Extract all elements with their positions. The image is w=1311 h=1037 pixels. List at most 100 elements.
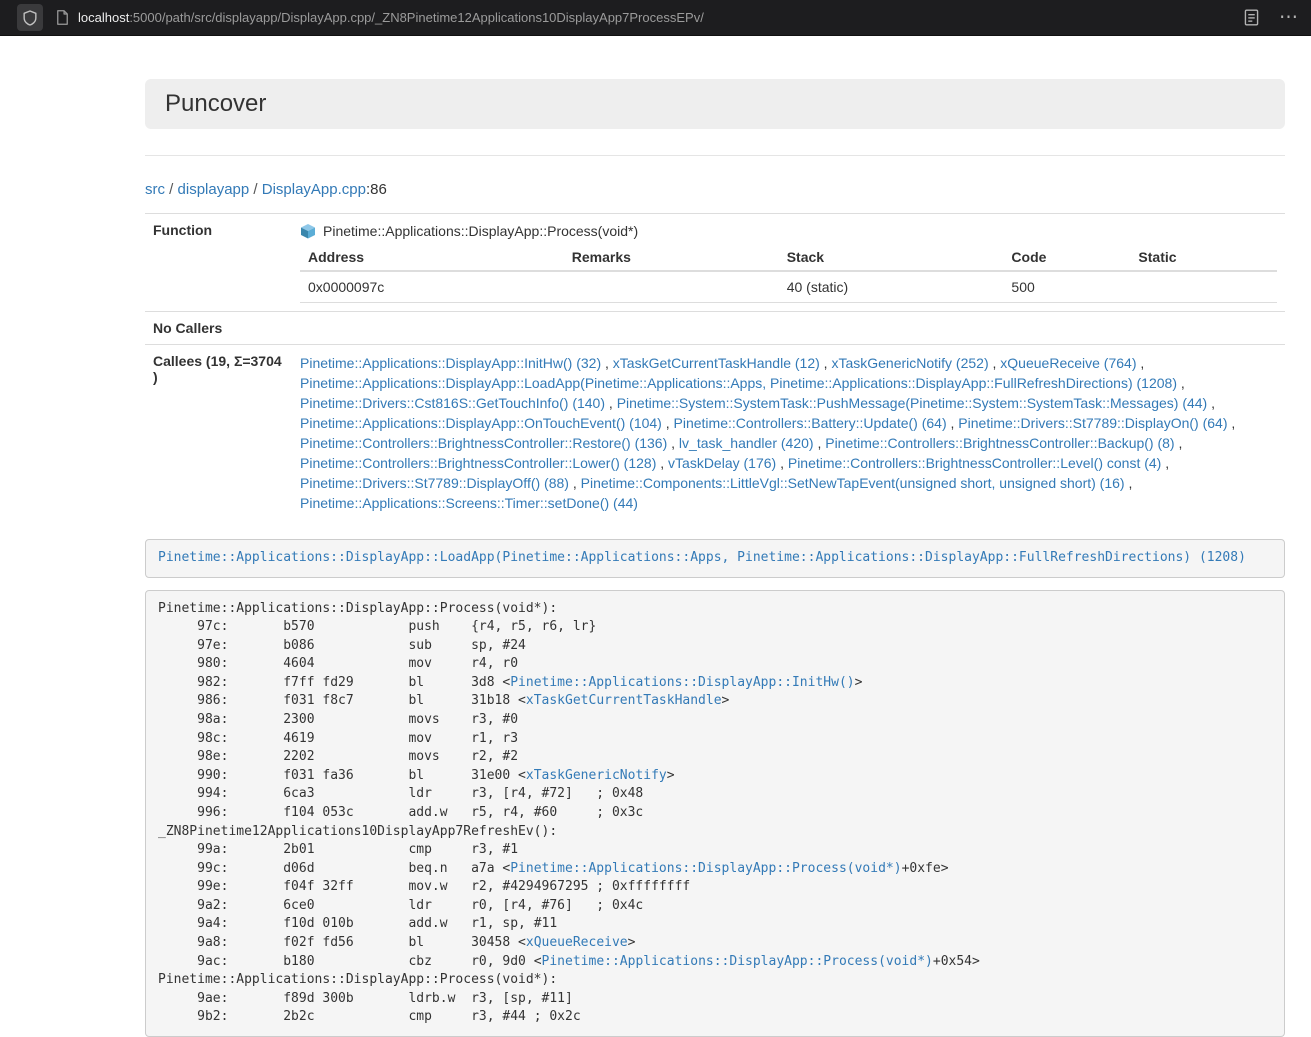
asm-line: 9a8: f02f fd56 bl 30458 <xQueueReceive> [158,934,1272,953]
asm-line: 996: f104 053c add.w r5, r4, #60 ; 0x3c [158,804,1272,823]
stats-header-stack: Stack [779,244,1004,271]
url-text: localhost:5000/path/src/displayapp/Displ… [78,10,704,25]
asm-line: 98c: 4619 mov r1, r3 [158,730,1272,749]
ellipsis-menu-icon[interactable]: ⋯ [1279,8,1299,27]
callee-link[interactable]: Pinetime::Drivers::St7789::DisplayOff() … [300,475,569,491]
breadcrumb-line-number: :86 [366,181,387,198]
asm-line: _ZN8Pinetime12Applications10DisplayApp7R… [158,823,1272,842]
asm-line: 982: f7ff fd29 bl 3d8 <Pinetime::Applica… [158,674,1272,693]
callee-separator: , [1125,475,1133,491]
stats-remarks-value [564,271,779,303]
symbol-link[interactable]: xTaskGenericNotify [526,768,667,783]
function-row-content: Pinetime::Applications::DisplayApp::Proc… [292,214,1285,312]
callee-link[interactable]: Pinetime::Applications::Screens::Timer::… [300,495,638,511]
divider [145,155,1285,156]
callees-label: Callees (19, Σ=3704 ) [145,345,292,522]
breadcrumb-link[interactable]: src [145,181,165,198]
callee-link[interactable]: Pinetime::Drivers::Cst816S::GetTouchInfo… [300,395,605,411]
asm-line: Pinetime::Applications::DisplayApp::Proc… [158,971,1272,990]
asm-line: 97e: b086 sub sp, #24 [158,637,1272,656]
callee-link[interactable]: Pinetime::Applications::DisplayApp::Load… [300,375,1177,391]
asm-line: 98e: 2202 movs r2, #2 [158,748,1272,767]
callee-separator: , [656,455,668,471]
breadcrumb-link[interactable]: displayapp [178,181,250,198]
function-row-label: Function [145,214,292,312]
stats-header-row: Address Remarks Stack Code Static [300,244,1277,271]
callee-link[interactable]: xTaskGenericNotify (252) [831,355,988,371]
callee-link[interactable]: vTaskDelay (176) [668,455,776,471]
reader-view-icon[interactable] [1244,9,1259,26]
callee-separator: , [605,395,617,411]
stats-header-remarks: Remarks [564,244,779,271]
callee-link[interactable]: Pinetime::Controllers::Battery::Update()… [674,415,947,431]
asm-line: 986: f031 f8c7 bl 31b18 <xTaskGetCurrent… [158,692,1272,711]
symbol-link[interactable]: xQueueReceive [526,935,628,950]
shield-icon [23,10,37,26]
jumbotron: Puncover [145,79,1285,129]
stats-header-static: Static [1130,244,1277,271]
asm-line: 9b2: 2b2c cmp r3, #44 ; 0x2c [158,1008,1272,1027]
function-cube-icon [300,223,316,239]
stats-table: Address Remarks Stack Code Static 0x0000… [300,244,1277,303]
callee-link[interactable]: Pinetime::Applications::DisplayApp::Init… [300,355,601,371]
callee-link[interactable]: Pinetime::Drivers::St7789::DisplayOn() (… [958,415,1227,431]
no-callers-row: No Callers [145,312,1285,345]
callee-separator: , [820,355,832,371]
symbol-link[interactable]: Pinetime::Applications::DisplayApp::Init… [510,675,854,690]
callee-separator: , [947,415,959,431]
callee-separator: , [1175,435,1183,451]
asm-line: 99a: 2b01 cmp r3, #1 [158,841,1272,860]
callee-separator: , [1228,415,1236,431]
callee-separator: , [989,355,1001,371]
callee-separator: , [601,355,613,371]
page-icon [56,10,69,25]
callee-separator: , [1177,375,1185,391]
stats-code-value: 500 [1003,271,1130,303]
callee-link[interactable]: Pinetime::Components::LittleVgl::SetNewT… [581,475,1125,491]
url-bar[interactable]: localhost:5000/path/src/displayapp/Displ… [56,10,1232,25]
symbol-link[interactable]: Pinetime::Applications::DisplayApp::Proc… [510,861,901,876]
breadcrumb: src / displayapp / DisplayApp.cpp:86 [145,181,1285,198]
selected-symbol-box: Pinetime::Applications::DisplayApp::Load… [145,539,1285,578]
breadcrumb-link[interactable]: DisplayApp.cpp [262,181,366,198]
callee-separator: , [776,455,788,471]
main-content: Puncover src / displayapp / DisplayApp.c… [145,79,1285,1037]
no-callers-content [292,312,1285,345]
stats-stack-value: 40 (static) [779,271,1004,303]
selected-symbol-link[interactable]: Pinetime::Applications::DisplayApp::Load… [158,550,1246,565]
callee-link[interactable]: lv_task_handler (420) [679,435,814,451]
callee-separator: , [1136,355,1144,371]
breadcrumb-separator: / [249,181,262,198]
callee-separator: , [1161,455,1169,471]
callee-link[interactable]: Pinetime::Controllers::BrightnessControl… [300,435,667,451]
callee-link[interactable]: Pinetime::System::SystemTask::PushMessag… [617,395,1208,411]
breadcrumb-separator: / [165,181,178,198]
stats-value-row: 0x0000097c 40 (static) 500 [300,271,1277,303]
toolbar-right: ⋯ [1244,8,1299,27]
asm-line: 99c: d06d beq.n a7a <Pinetime::Applicati… [158,860,1272,879]
asm-line: 97c: b570 push {r4, r5, r6, lr} [158,618,1272,637]
callees-list: Pinetime::Applications::DisplayApp::Init… [292,345,1285,522]
stats-header-code: Code [1003,244,1130,271]
asm-line: 994: 6ca3 ldr r3, [r4, #72] ; 0x48 [158,785,1272,804]
function-table: Function Pinetime::Applications::Display… [145,213,1285,521]
callee-link[interactable]: xQueueReceive (764) [1000,355,1136,371]
symbol-link[interactable]: xTaskGetCurrentTaskHandle [526,693,722,708]
asm-line: 9ac: b180 cbz r0, 9d0 <Pinetime::Applica… [158,953,1272,972]
no-callers-label: No Callers [145,312,292,345]
callee-link[interactable]: Pinetime::Controllers::BrightnessControl… [788,455,1161,471]
asm-line: 990: f031 fa36 bl 31e00 <xTaskGenericNot… [158,767,1272,786]
symbol-link[interactable]: Pinetime::Applications::DisplayApp::Proc… [542,954,933,969]
callee-link[interactable]: Pinetime::Applications::DisplayApp::OnTo… [300,415,662,431]
disassembly-pre: Pinetime::Applications::DisplayApp::Proc… [145,590,1285,1037]
callee-link[interactable]: Pinetime::Controllers::BrightnessControl… [300,455,656,471]
stats-header-address: Address [300,244,564,271]
asm-line: 9a4: f10d 010b add.w r1, sp, #11 [158,915,1272,934]
callee-link[interactable]: Pinetime::Controllers::BrightnessControl… [825,435,1174,451]
browser-chrome: localhost:5000/path/src/displayapp/Displ… [0,0,1311,36]
shield-button[interactable] [17,4,43,31]
function-title-line: Pinetime::Applications::DisplayApp::Proc… [300,222,1277,240]
function-name: Pinetime::Applications::DisplayApp::Proc… [323,223,638,239]
function-row: Function Pinetime::Applications::Display… [145,214,1285,312]
callee-link[interactable]: xTaskGetCurrentTaskHandle (12) [613,355,820,371]
